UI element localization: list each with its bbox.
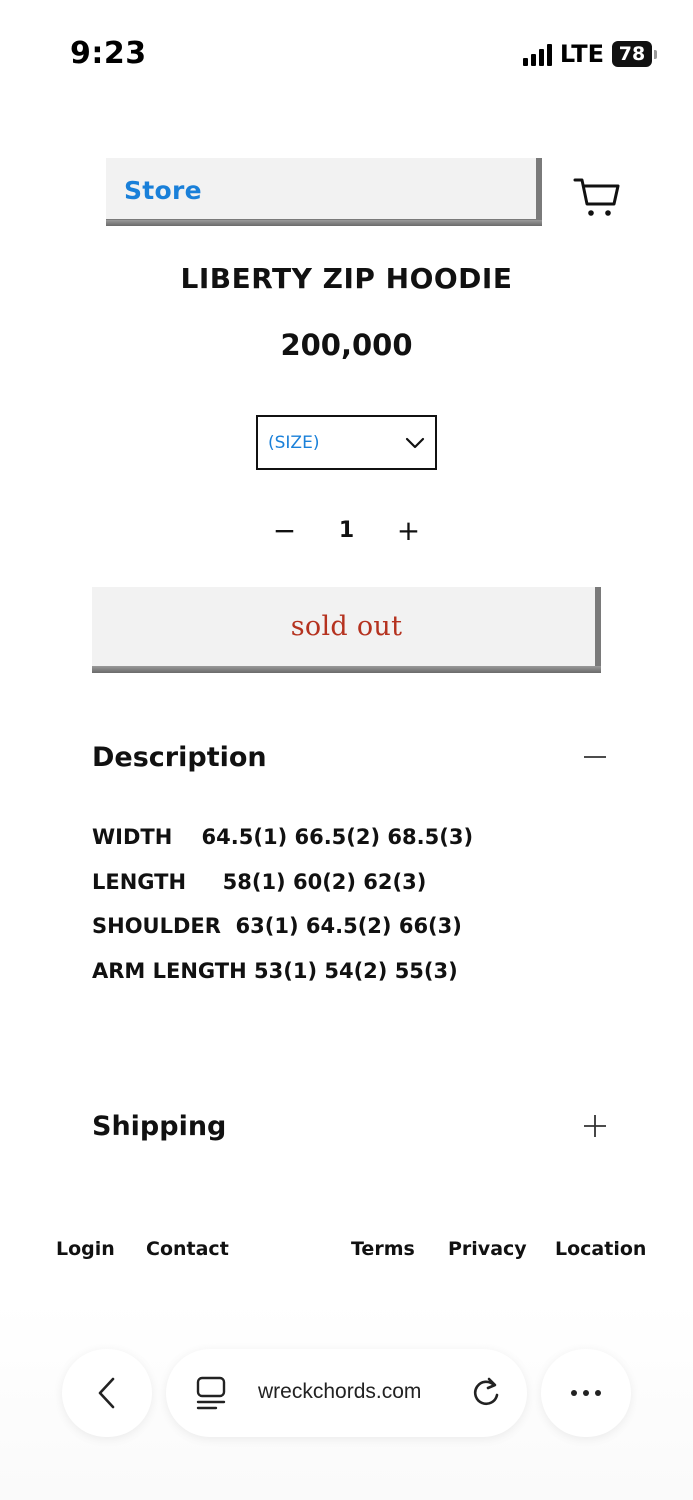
footer-link-login[interactable]: Login bbox=[56, 1238, 115, 1260]
footer-link-location[interactable]: Location bbox=[555, 1238, 646, 1260]
footer-link-contact[interactable]: Contact bbox=[146, 1238, 229, 1260]
address-bar[interactable]: wreckchords.com bbox=[166, 1349, 527, 1437]
product-title: LIBERTY ZIP HOODIE bbox=[180, 262, 513, 295]
quantity-decrement-button[interactable]: − bbox=[254, 514, 316, 547]
footer-link-terms[interactable]: Terms bbox=[351, 1238, 415, 1260]
shipping-heading[interactable]: Shipping bbox=[92, 1111, 226, 1142]
size-select[interactable]: (SIZE) bbox=[256, 415, 437, 470]
cart-icon[interactable] bbox=[572, 176, 622, 218]
back-button[interactable] bbox=[62, 1349, 152, 1437]
quantity-increment-button[interactable]: + bbox=[378, 514, 440, 547]
more-options-button[interactable] bbox=[541, 1349, 631, 1437]
signal-icon bbox=[522, 42, 552, 66]
battery-icon: 78 bbox=[612, 41, 657, 67]
footer-nav: Login Contact Terms Privacy Location bbox=[0, 1238, 693, 1268]
spec-line: WIDTH 64.5(1) 66.5(2) 68.5(3) bbox=[92, 825, 474, 849]
reload-icon[interactable] bbox=[469, 1375, 503, 1411]
footer-link-privacy[interactable]: Privacy bbox=[448, 1238, 527, 1260]
expand-icon[interactable] bbox=[582, 1113, 608, 1139]
spec-line: LENGTH 58(1) 60(2) 62(3) bbox=[92, 869, 427, 894]
url-text: wreckchords.com bbox=[258, 1380, 422, 1403]
status-indicators: LTE 78 bbox=[522, 40, 657, 68]
ellipsis-icon bbox=[571, 1390, 601, 1396]
store-label: Store bbox=[124, 175, 202, 205]
battery-level: 78 bbox=[612, 41, 652, 67]
chevron-left-icon bbox=[98, 1377, 115, 1409]
chevron-down-icon bbox=[405, 437, 425, 448]
quantity-value: 1 bbox=[338, 518, 355, 543]
description-specs: WIDTH 64.5(1) 66.5(2) 68.5(3) LENGTH 58(… bbox=[92, 820, 473, 998]
reader-mode-icon[interactable] bbox=[194, 1375, 228, 1413]
sold-out-button[interactable]: sold out bbox=[92, 587, 601, 673]
store-nav-button[interactable]: Store bbox=[106, 158, 542, 226]
spec-line: ARM LENGTH 53(1) 54(2) 55(3) bbox=[92, 958, 458, 983]
collapse-icon[interactable] bbox=[582, 744, 608, 770]
quantity-stepper: − 1 + bbox=[0, 514, 693, 547]
status-time: 9:23 bbox=[70, 36, 147, 71]
size-select-value: (SIZE) bbox=[268, 432, 320, 453]
description-heading[interactable]: Description bbox=[92, 742, 267, 773]
sold-out-label: sold out bbox=[290, 611, 403, 642]
product-price: 200,000 bbox=[280, 328, 413, 362]
spec-line: SHOULDER 63(1) 64.5(2) 66(3) bbox=[92, 914, 462, 938]
network-label: LTE bbox=[559, 40, 604, 68]
